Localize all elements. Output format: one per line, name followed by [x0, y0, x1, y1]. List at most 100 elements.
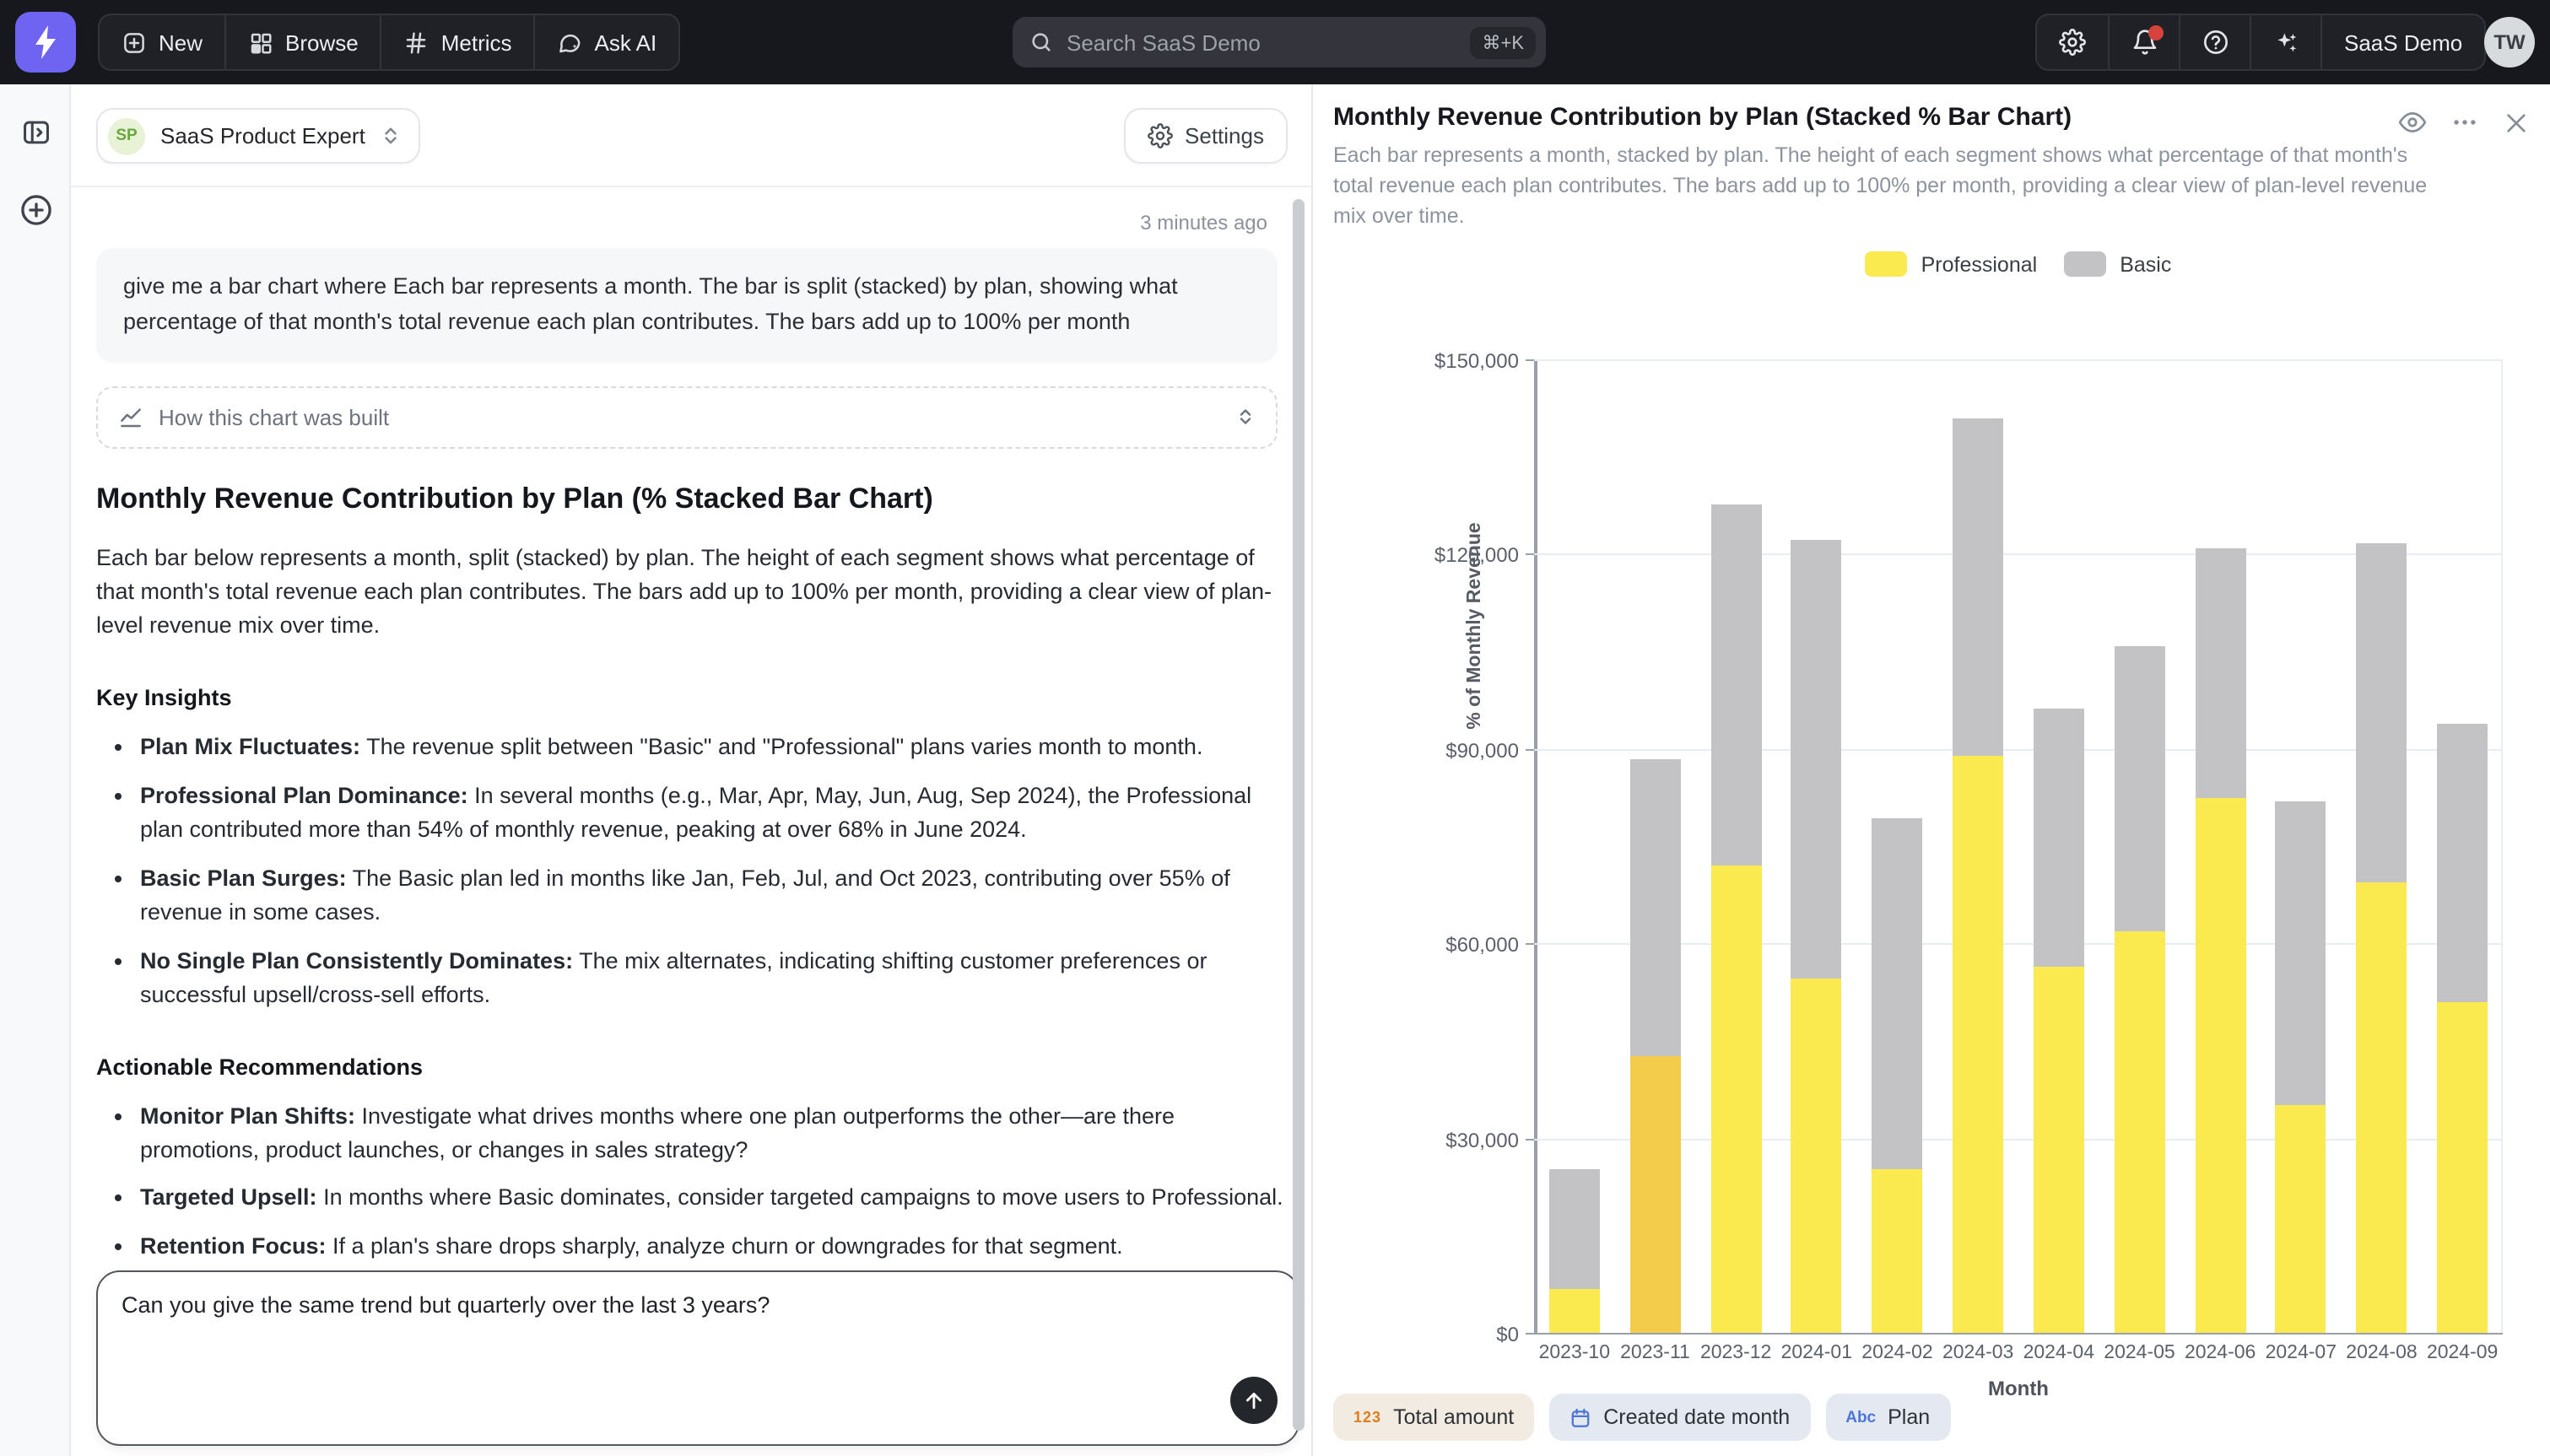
numeric-123-icon: 123: [1353, 1409, 1381, 1426]
browse-button[interactable]: Browse: [224, 15, 381, 69]
notifications-button[interactable]: [2108, 15, 2179, 69]
y-tick-label: $150,000: [1401, 349, 1519, 373]
segment-basic[interactable]: [1710, 504, 1761, 866]
ellipsis-icon: [2450, 108, 2479, 137]
segment-professional[interactable]: [1872, 1168, 1923, 1333]
new-label: New: [159, 30, 203, 55]
segment-professional[interactable]: [1710, 866, 1761, 1333]
segment-basic[interactable]: [2034, 709, 2084, 968]
bar-2024-05[interactable]: [2115, 646, 2165, 1333]
help-button[interactable]: [2179, 15, 2250, 69]
ask-ai-button[interactable]: Ask AI: [534, 15, 679, 69]
settings-nav-button[interactable]: [2037, 15, 2108, 69]
chat-scrollbar[interactable]: [1293, 199, 1305, 1431]
bar-2023-11[interactable]: [1630, 760, 1681, 1333]
segment-professional[interactable]: [1549, 1289, 1600, 1333]
more-menu-button[interactable]: [2450, 108, 2479, 137]
chip-created-date-month[interactable]: Created date month: [1549, 1394, 1810, 1441]
key-insights-heading: Key Insights: [96, 685, 1288, 710]
how-chart-built-label: How this chart was built: [159, 405, 389, 430]
list-item: Plan Mix Fluctuates: The revenue split b…: [140, 731, 1288, 764]
new-button[interactable]: New: [100, 15, 224, 69]
close-panel-button[interactable]: [2503, 108, 2530, 137]
agent-avatar: SP: [108, 117, 145, 154]
nav-actions: New Browse Metrics Ask AI: [98, 13, 680, 71]
segment-professional[interactable]: [1630, 1056, 1681, 1333]
y-axis-line: [1534, 359, 1537, 1333]
agent-selector[interactable]: SP SaaS Product Expert: [96, 108, 421, 164]
segment-professional[interactable]: [2034, 968, 2084, 1333]
y-tick-label: $30,000: [1401, 1128, 1519, 1151]
left-rail: [0, 84, 71, 1456]
search-icon: [1029, 30, 1053, 54]
chip-plan[interactable]: Abc Plan: [1825, 1394, 1950, 1441]
arrow-up-icon: [1242, 1389, 1266, 1412]
bar-2023-12[interactable]: [1710, 504, 1761, 1333]
chat-header: SP SaaS Product Expert Settings: [71, 84, 1311, 187]
segment-basic[interactable]: [1630, 760, 1681, 1057]
bar-2024-09[interactable]: [2437, 724, 2488, 1333]
top-navbar: New Browse Metrics Ask AI Search SaaS De…: [0, 0, 2550, 84]
legend-swatch: [1866, 251, 1908, 277]
bar-2023-10[interactable]: [1549, 1169, 1600, 1333]
segment-professional[interactable]: [2115, 932, 2165, 1333]
y-tick-mark: [1526, 1333, 1534, 1335]
response-title: Monthly Revenue Contribution by Plan (% …: [96, 483, 1288, 516]
y-tick-mark: [1526, 943, 1534, 945]
bar-2024-07[interactable]: [2276, 802, 2326, 1333]
response-intro: Each bar below represents a month, split…: [96, 542, 1288, 643]
view-button[interactable]: [2398, 108, 2427, 137]
global-search-input[interactable]: Search SaaS Demo ⌘+K: [1013, 17, 1546, 67]
chat-input[interactable]: Can you give the same trend but quarterl…: [96, 1270, 1299, 1446]
user-avatar[interactable]: TW: [2484, 17, 2535, 67]
bar-2024-08[interactable]: [2357, 542, 2407, 1333]
ai-assistant-button[interactable]: [2250, 15, 2320, 69]
segment-professional[interactable]: [2276, 1105, 2326, 1333]
segment-basic[interactable]: [2115, 646, 2165, 932]
chat-sparkle-icon: [558, 30, 583, 55]
segment-professional[interactable]: [1953, 755, 2003, 1333]
segment-professional[interactable]: [1791, 978, 1842, 1333]
bar-2024-06[interactable]: [2195, 547, 2245, 1333]
toggle-sidebar-button[interactable]: [0, 101, 71, 162]
agent-settings-button[interactable]: Settings: [1124, 108, 1288, 164]
chat-thread: 3 minutes ago give me a bar chart where …: [71, 187, 1311, 1456]
segment-basic[interactable]: [2437, 724, 2488, 1003]
gear-icon: [1148, 123, 1173, 148]
avatar-initials: TW: [2493, 30, 2525, 54]
bar-2024-04[interactable]: [2034, 709, 2084, 1333]
segment-basic[interactable]: [2357, 542, 2407, 882]
bar-2024-02[interactable]: [1872, 818, 1923, 1333]
chart-plot-area: $150,000$120,000$90,000$60,000$30,000$02…: [1534, 359, 2503, 1333]
segment-basic[interactable]: [1549, 1169, 1600, 1289]
legend-swatch: [2064, 251, 2106, 277]
send-button[interactable]: [1230, 1377, 1278, 1424]
segment-professional[interactable]: [2195, 799, 2245, 1333]
chip-total-amount[interactable]: 123 Total amount: [1333, 1394, 1534, 1441]
segment-basic[interactable]: [1953, 419, 2003, 756]
new-thread-button[interactable]: [0, 179, 71, 240]
chat-panel: SP SaaS Product Expert Settings 3 minute…: [71, 84, 1311, 1456]
panel-expand-icon: [19, 116, 51, 148]
bar-2024-01[interactable]: [1791, 541, 1842, 1333]
bar-2024-03[interactable]: [1953, 419, 2003, 1333]
how-chart-built-toggle[interactable]: How this chart was built: [96, 386, 1278, 449]
segment-basic[interactable]: [2276, 802, 2326, 1105]
metrics-button[interactable]: Metrics: [381, 15, 534, 69]
segment-professional[interactable]: [2437, 1002, 2488, 1333]
agent-name: SaaS Product Expert: [160, 123, 365, 148]
field-chips: 123 Total amount Created date month Abc …: [1333, 1394, 1950, 1441]
workspace-switcher[interactable]: SaaS Demo: [2320, 15, 2484, 69]
legend-label: Basic: [2120, 252, 2171, 276]
assistant-response: Monthly Revenue Contribution by Plan (% …: [96, 483, 1288, 1357]
segment-basic[interactable]: [1791, 541, 1842, 979]
chat-input-value: Can you give the same trend but quarterl…: [122, 1292, 770, 1318]
app-logo[interactable]: [15, 12, 76, 73]
list-item: Targeted Upsell: In months where Basic d…: [140, 1182, 1288, 1216]
legend-entry[interactable]: Basic: [2064, 251, 2171, 277]
lightning-bolt-icon: [32, 25, 59, 59]
legend-entry[interactable]: Professional: [1866, 251, 2038, 277]
segment-basic[interactable]: [1872, 818, 1923, 1168]
segment-basic[interactable]: [2195, 547, 2245, 799]
segment-professional[interactable]: [2357, 882, 2407, 1333]
